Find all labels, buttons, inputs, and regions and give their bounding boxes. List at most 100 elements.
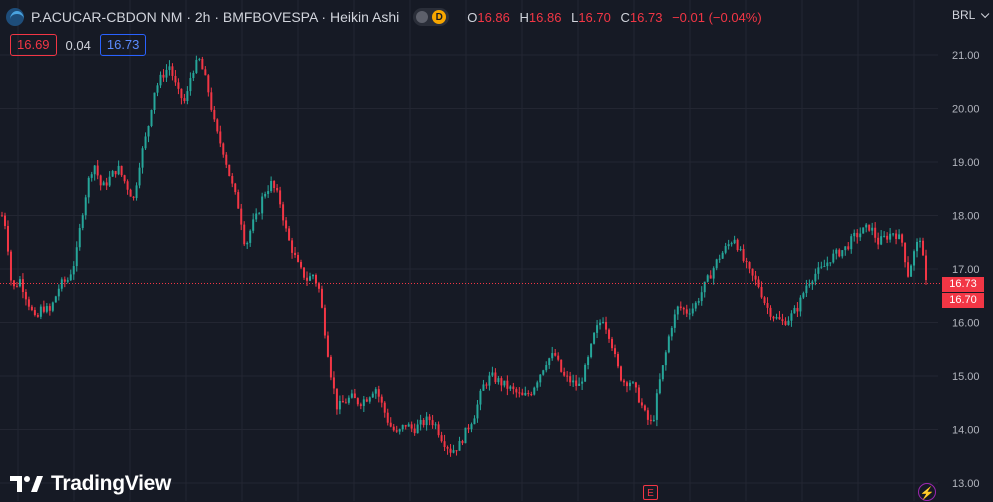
candle-body xyxy=(631,382,634,384)
chart-canvas[interactable]: 21.00 20.00 19.00 18.00 17.00 16.00 15.00 14.00… xyxy=(0,0,993,501)
candle xyxy=(117,160,120,176)
candle-body xyxy=(862,227,865,234)
candle-body xyxy=(901,234,904,243)
candle xyxy=(634,381,637,393)
candle-body xyxy=(126,181,129,190)
candle xyxy=(494,368,497,385)
candle-body xyxy=(763,297,766,304)
candle xyxy=(673,309,676,333)
y-tick-label: 18.00 xyxy=(952,211,980,223)
candle-body xyxy=(252,219,255,231)
candle xyxy=(676,305,679,320)
candle xyxy=(368,396,371,404)
candle-body xyxy=(673,314,676,328)
indicator-pill[interactable]: D xyxy=(413,8,450,26)
candle xyxy=(159,71,162,89)
candle-body xyxy=(497,378,500,383)
candle-body xyxy=(3,215,6,226)
candle-body xyxy=(108,176,111,186)
y-tick-label: 21.00 xyxy=(952,50,980,62)
high-label: H xyxy=(519,9,529,25)
y-tick-label: 14.00 xyxy=(952,425,980,437)
candle-body xyxy=(347,397,350,403)
chart-area[interactable]: 21.00 20.00 19.00 18.00 17.00 16.00 15.00 14.00… xyxy=(0,0,993,501)
lightning-icon[interactable]: ⚡ xyxy=(918,483,936,501)
candle xyxy=(93,165,96,181)
candle xyxy=(204,66,207,76)
candle xyxy=(171,63,174,81)
candle xyxy=(880,230,883,246)
candle-body xyxy=(42,306,45,312)
candle-body xyxy=(820,266,823,268)
candle xyxy=(222,142,225,158)
candle xyxy=(12,279,15,290)
candle xyxy=(524,386,527,396)
candle xyxy=(326,331,329,358)
candle-body xyxy=(338,400,341,410)
currency-selector[interactable]: BRL xyxy=(952,8,986,22)
candle xyxy=(177,78,180,95)
chart-header: P.ACUCAR-CBDON NM · 2h · BMFBOVESPA · He… xyxy=(6,6,768,28)
candle xyxy=(36,312,39,318)
candle-body xyxy=(745,260,748,263)
tradingview-logo-icon xyxy=(10,476,43,492)
candle xyxy=(419,414,422,431)
candle-body xyxy=(802,293,805,298)
candle xyxy=(162,69,165,82)
candle-body xyxy=(314,275,317,284)
candle xyxy=(189,72,192,96)
candle xyxy=(282,201,285,226)
candle-body xyxy=(117,165,120,175)
candle xyxy=(709,270,712,279)
candle-body xyxy=(165,69,168,78)
candle-body xyxy=(488,375,491,386)
candle xyxy=(102,180,105,186)
price-axis[interactable]: 21.00 20.00 19.00 18.00 17.00 16.00 15.00 14.00… xyxy=(952,50,980,490)
candle-body xyxy=(739,249,742,251)
y-tick-label: 15.00 xyxy=(952,371,980,383)
buy-button[interactable]: 16.73 xyxy=(99,34,147,56)
symbol-title[interactable]: P.ACUCAR-CBDON NM · 2h · BMFBOVESPA · He… xyxy=(31,9,399,25)
candle xyxy=(847,242,850,251)
candle-body xyxy=(697,301,700,303)
candle xyxy=(60,277,63,292)
candle xyxy=(108,171,111,188)
candle-body xyxy=(748,262,751,269)
sell-button[interactable]: 16.69 xyxy=(10,34,57,56)
candle-body xyxy=(153,92,156,110)
indicator-badge[interactable]: D xyxy=(432,10,447,24)
candle-body xyxy=(590,343,593,358)
candle-body xyxy=(377,389,380,397)
candle xyxy=(1,211,3,217)
candle xyxy=(706,274,709,283)
candle xyxy=(48,303,51,316)
candle xyxy=(57,284,60,301)
candle-body xyxy=(353,393,356,399)
candle-body xyxy=(829,262,832,264)
candle-body xyxy=(913,251,916,266)
trade-panel: 16.69 0.04 16.73 xyxy=(10,34,147,56)
earnings-marker[interactable]: E xyxy=(643,485,658,500)
candle-body xyxy=(467,427,470,430)
candle-body xyxy=(658,379,661,394)
candle xyxy=(267,185,270,198)
candle xyxy=(258,211,261,215)
candle-body xyxy=(724,246,727,253)
candle-body xyxy=(646,410,649,420)
candle-body xyxy=(150,109,153,127)
candle-body xyxy=(491,372,494,376)
candle-body xyxy=(66,280,69,282)
candle-body xyxy=(428,416,431,421)
tradingview-logo[interactable]: TradingView xyxy=(10,472,171,496)
candle-body xyxy=(910,265,913,277)
candle xyxy=(916,238,919,258)
candle-body xyxy=(282,204,285,221)
candle xyxy=(309,272,311,282)
candle xyxy=(581,377,584,390)
candle-body xyxy=(120,165,123,176)
candle xyxy=(87,176,90,204)
candle xyxy=(300,259,303,270)
candle-body xyxy=(718,258,721,260)
candle-body xyxy=(733,239,736,244)
candle xyxy=(135,182,138,201)
